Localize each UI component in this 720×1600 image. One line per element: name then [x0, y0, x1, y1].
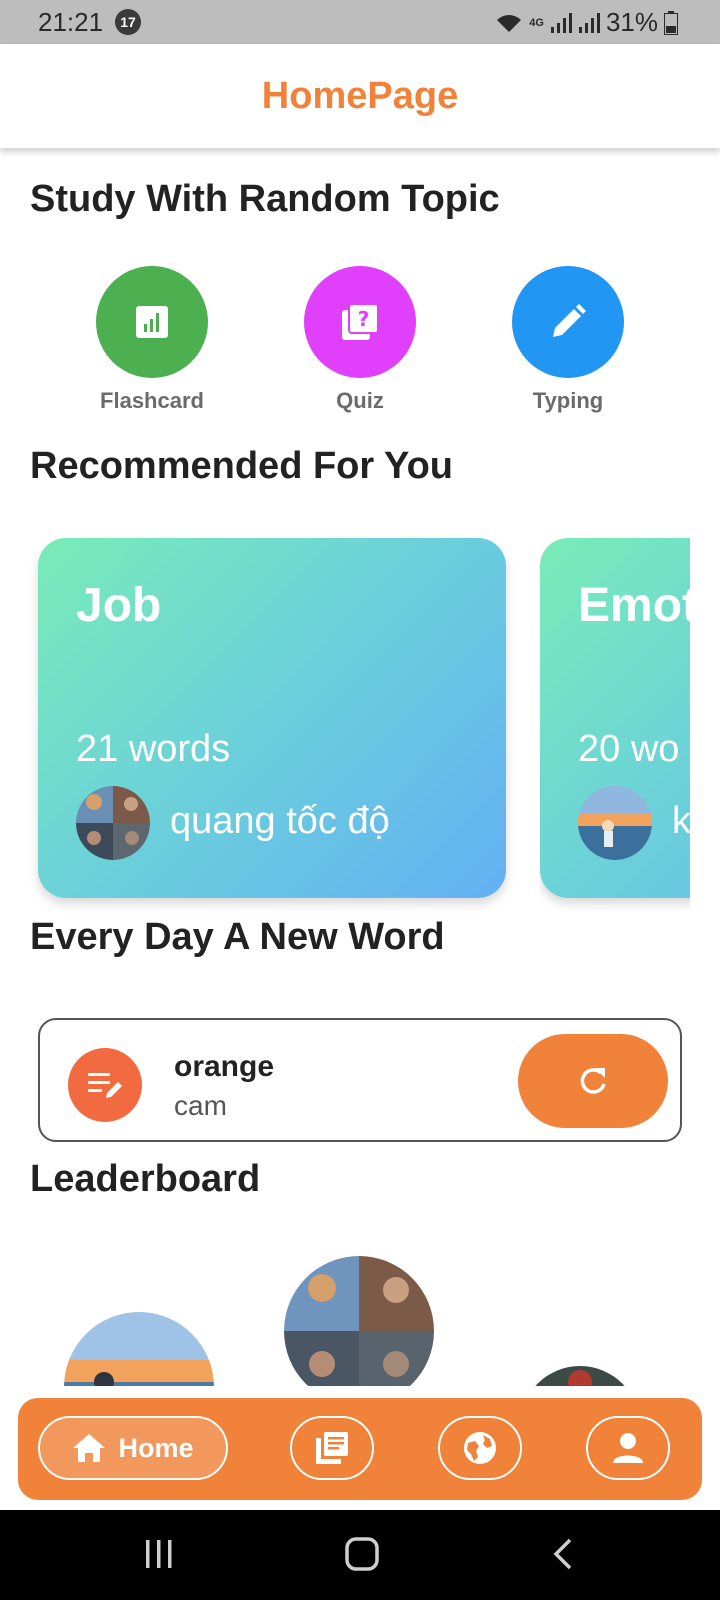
pencil-icon: [553, 304, 586, 337]
quiz-circle[interactable]: ?: [304, 266, 416, 378]
card-author: quang tốc độ: [170, 800, 390, 842]
page-title: HomePage: [261, 74, 459, 117]
topic-card-emotion[interactable]: Emot 20 wo k: [540, 538, 690, 898]
home-system-icon[interactable]: [344, 1536, 380, 1572]
refresh-icon: [580, 1068, 606, 1094]
bottom-nav: Home: [18, 1398, 702, 1500]
card-author: k: [672, 800, 690, 842]
typing-button[interactable]: Typing: [498, 266, 638, 414]
recommended-title: Recommended For You: [30, 445, 453, 487]
library-icon: [316, 1432, 348, 1464]
flashcard-circle[interactable]: [96, 266, 208, 378]
network-type: 4G: [529, 16, 544, 29]
battery-percent: 31%: [605, 7, 658, 37]
typing-circle[interactable]: [512, 266, 624, 378]
topic-card-job[interactable]: Job 21 words quang tốc độ: [38, 538, 506, 898]
word-meaning: cam: [174, 1090, 227, 1121]
quiz-label: Quiz: [336, 388, 384, 413]
globe-icon: [464, 1432, 496, 1464]
flashcard-label: Flashcard: [100, 388, 204, 413]
signal-icon: [550, 12, 572, 33]
edit-list-icon: [68, 1048, 142, 1122]
home-icon: [73, 1434, 106, 1462]
word-of-day-card: orange cam: [38, 1018, 682, 1142]
word-of-day-title: Every Day A New Word: [30, 916, 445, 958]
person-icon: [613, 1433, 643, 1463]
avatar: [578, 786, 652, 860]
card-word-count: 20 wo: [578, 728, 680, 770]
nav-library[interactable]: [290, 1416, 374, 1480]
quiz-button[interactable]: ? Quiz: [290, 266, 430, 414]
status-icons: 4G 31%: [495, 7, 678, 38]
random-topic-title: Study With Random Topic: [30, 178, 500, 220]
card-title: Emot: [578, 579, 690, 632]
back-icon[interactable]: [552, 1538, 574, 1570]
quiz-icon: ?: [342, 303, 379, 340]
nav-profile[interactable]: [586, 1416, 670, 1480]
signal-icon-2: [578, 12, 600, 33]
recent-apps-icon[interactable]: [144, 1538, 174, 1570]
refresh-word-button[interactable]: [518, 1034, 668, 1128]
typing-label: Typing: [532, 388, 604, 413]
card-title: Job: [76, 579, 162, 632]
leaderboard-title: Leaderboard: [30, 1158, 261, 1200]
flashcard-button[interactable]: Flashcard: [82, 266, 222, 414]
svg-text:?: ?: [358, 307, 370, 331]
card-clip: Emot 20 wo k: [540, 530, 690, 910]
nav-explore[interactable]: [438, 1416, 522, 1480]
nav-home[interactable]: Home: [38, 1416, 228, 1480]
notification-badge: 17: [115, 9, 141, 35]
battery-icon: [664, 10, 678, 35]
bar-chart-icon: [136, 306, 168, 338]
avatar: [76, 786, 150, 860]
wifi-icon: [497, 14, 522, 32]
nav-home-label: Home: [118, 1432, 194, 1463]
status-time: 21:21: [38, 7, 104, 37]
status-bar: 21:21 17 4G 31%: [0, 0, 720, 44]
card-word-count: 21 words: [76, 728, 231, 770]
word-english: orange: [174, 1050, 275, 1083]
leaderboard-avatar-1[interactable]: [284, 1256, 434, 1406]
app-bar: HomePage: [0, 44, 720, 148]
system-nav-bar: [0, 1510, 720, 1600]
